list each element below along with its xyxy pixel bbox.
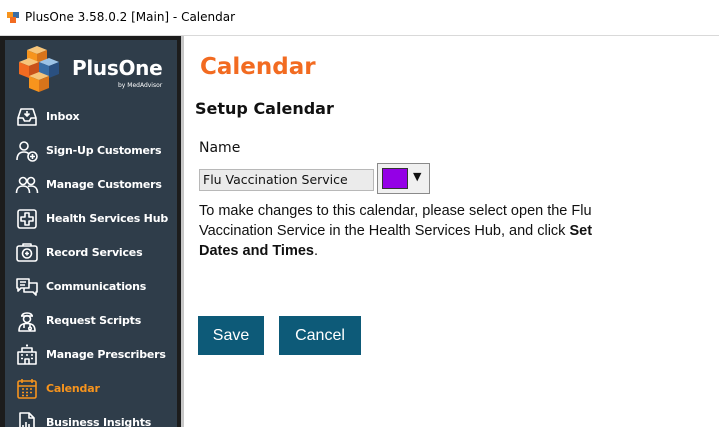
plusone-logo: PlusOne by MedAdvisor [19,46,169,96]
sidebar-item-calendar[interactable]: Calendar [5,372,177,406]
sidebar-item-sign-up-customers[interactable]: Sign-Up Customers [5,134,177,168]
sidebar-item-label: Manage Customers [46,178,162,191]
sidebar-item-inbox[interactable]: Inbox [5,100,177,134]
doctor-icon [18,312,36,332]
info-text-part: To make changes to this calendar, please… [199,203,592,239]
building-icon [17,344,37,365]
sidebar-item-label: Manage Prescribers [46,348,166,361]
sidebar-item-label: Business Insights [46,416,152,427]
info-text-end: . [313,243,319,259]
sidebar-item-label: Calendar [46,382,100,395]
sidebar-item-manage-customers[interactable]: Manage Customers [5,168,177,202]
sidebar-item-communications[interactable]: Communications [5,270,177,304]
users-icon [15,176,39,194]
record-services-icon [16,243,38,262]
sidebar-item-label: Record Services [46,246,143,259]
sidebar: PlusOne by MedAdvisor Inbox Sign-Up Cust… [0,36,181,427]
window-titlebar: PlusOne 3.58.0.2 [Main] - Calendar [0,0,719,36]
calendar-icon [17,379,37,399]
cancel-button[interactable]: Cancel [279,316,361,355]
page-title: Calendar [200,54,316,80]
info-text: To make changes to this calendar, please… [199,201,629,261]
sidebar-item-manage-prescribers[interactable]: Manage Prescribers [5,338,177,372]
sidebar-item-business-insights[interactable]: Business Insights [5,406,177,427]
chat-bubbles-icon [16,278,38,296]
logo-text: PlusOne [72,56,163,80]
sidebar-item-request-scripts[interactable]: Request Scripts [5,304,177,338]
save-button[interactable]: Save [198,316,264,355]
plusone-logo-mark [19,46,59,92]
sidebar-item-health-services-hub[interactable]: Health Services Hub [5,202,177,236]
name-label: Name [199,140,241,156]
document-chart-icon [19,412,35,427]
sidebar-item-label: Communications [46,280,147,293]
sidebar-item-label: Inbox [46,110,80,123]
sidebar-item-label: Health Services Hub [46,212,168,225]
logo-subtext: by MedAdvisor [118,82,163,89]
plusone-app-icon [7,12,19,23]
add-user-icon [16,141,38,162]
health-plus-icon [17,209,37,229]
dropdown-arrow-icon: ▼ [413,170,422,183]
inbox-icon [17,108,37,126]
sidebar-item-label: Sign-Up Customers [46,144,162,157]
calendar-color-picker[interactable]: ▼ [377,163,430,194]
sidebar-item-record-services[interactable]: Record Services [5,236,177,270]
section-title: Setup Calendar [195,99,334,118]
sidebar-item-label: Request Scripts [46,314,142,327]
calendar-name-field[interactable]: Flu Vaccination Service [199,169,374,191]
main-content: Calendar Setup Calendar Name Flu Vaccina… [181,36,719,427]
window-title: PlusOne 3.58.0.2 [Main] - Calendar [25,10,236,24]
color-swatch [382,168,408,189]
